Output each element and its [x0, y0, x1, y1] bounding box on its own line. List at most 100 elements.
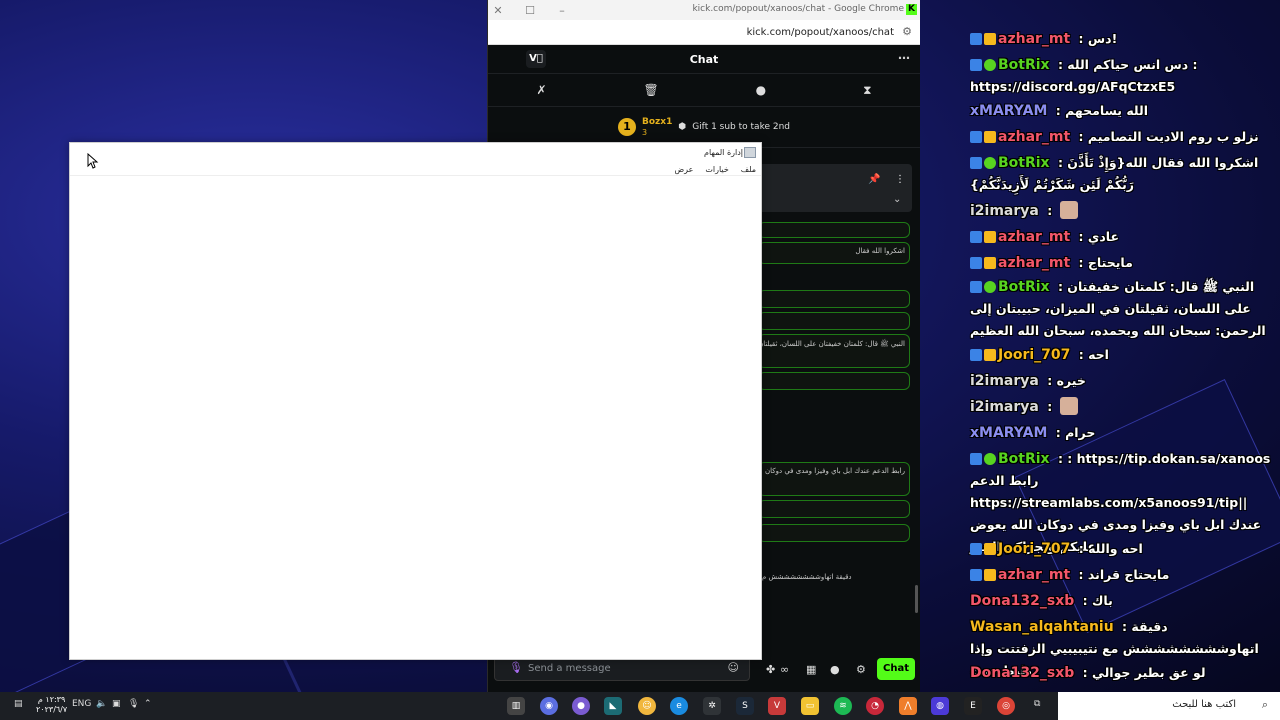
mic-tray-icon[interactable]: 🎙: [128, 699, 139, 709]
pinned-more-icon[interactable]: ⋮: [895, 174, 905, 185]
language-indicator[interactable]: ENG: [72, 699, 91, 709]
notifications-icon[interactable]: ▤: [14, 699, 23, 709]
gift-rank-badge: 1: [617, 118, 636, 136]
epic-games-icon[interactable]: E: [964, 697, 982, 715]
overlay-chat-username: azhar_mt: [998, 229, 1071, 245]
crown-badge-icon: [984, 543, 996, 555]
overlay-chat-text: احه والله: [1088, 541, 1143, 556]
task-manager-window[interactable]: إدارة المهام ملف خيارات عرض: [69, 142, 762, 660]
vscode-app-icon[interactable]: ◣: [604, 697, 622, 715]
overlay-chat-text: مايحتاج قراند: [1087, 567, 1170, 582]
overlay-chat-separator: :: [1042, 399, 1057, 414]
site-settings-icon[interactable]: ⚙: [902, 25, 912, 38]
trash-icon[interactable]: 🗑: [643, 83, 658, 97]
chat-message-bubble: [758, 312, 910, 330]
steam-app-icon[interactable]: S: [736, 697, 754, 715]
chat-message-bubble: [758, 290, 910, 308]
menu-options[interactable]: خيارات: [705, 165, 728, 174]
hourglass-icon[interactable]: ⧗: [863, 83, 871, 98]
overlay-chat-username: azhar_mt: [998, 31, 1071, 47]
overlay-chat-username: Dona132_sxb: [970, 593, 1075, 609]
task-manager-app-icon[interactable]: ▥: [507, 697, 525, 715]
chrome-url-bar[interactable]: kick.com/popout/xanoos/chat ⚙: [488, 20, 920, 45]
overlay-chat-line: BotRix : النبي ﷺ قال: كلمتان خفيفتان على…: [970, 276, 1275, 342]
chat-bubble-icon[interactable]: ●: [756, 83, 766, 97]
gear-icon[interactable]: ⚙: [856, 663, 866, 676]
obs-app-icon[interactable]: ●: [572, 697, 590, 715]
discord-app-icon[interactable]: ◉: [540, 697, 558, 715]
verified-badge-icon: [970, 569, 982, 581]
chevron-down-icon[interactable]: ⌄: [893, 194, 901, 205]
sword-icon[interactable]: ✗: [536, 83, 546, 97]
menu-file[interactable]: ملف: [741, 165, 756, 174]
task-manager-title: إدارة المهام: [704, 148, 743, 157]
crown-badge-icon: [984, 349, 996, 361]
overlay-chat-username: azhar_mt: [998, 255, 1071, 271]
close-window-icon[interactable]: ✕: [488, 4, 508, 17]
chat-message-text: رابط الدعم عندك ابل باي وفيزا ومدى في دو…: [764, 467, 905, 475]
app-red-icon[interactable]: ◔: [866, 697, 884, 715]
overlay-chat-separator: :: [1078, 665, 1092, 680]
crown-badge-icon: [984, 231, 996, 243]
pin-icon[interactable]: 📌: [868, 174, 880, 185]
minimize-window-icon[interactable]: –: [552, 4, 572, 17]
chat-scrollbar[interactable]: [915, 585, 918, 613]
app-orange-icon[interactable]: ⋀: [899, 697, 917, 715]
overlay-chat-username: i2imarya: [970, 203, 1039, 219]
emoji-icon[interactable]: ☺: [728, 661, 739, 674]
taskbar-clock[interactable]: ١٢:٣٩ م ٢٠٢٣/٦/٧: [36, 695, 67, 715]
crown-badge-icon: [984, 33, 996, 45]
overlay-chat-username: azhar_mt: [998, 129, 1071, 145]
check-badge-icon: [984, 59, 996, 71]
pinned-message[interactable]: 📌 ⋮ ⌄: [758, 164, 912, 212]
overlay-chat-separator: :: [1042, 373, 1057, 388]
overlay-chat-separator: :: [1042, 203, 1057, 218]
edge-app-icon[interactable]: e: [670, 697, 688, 715]
menu-view[interactable]: عرض: [675, 165, 694, 174]
overlay-chat-separator: :: [1074, 129, 1088, 144]
chat-message-bubble: اشكروا الله فقال: [758, 242, 910, 264]
overlay-chat-separator: :: [1051, 425, 1066, 440]
chrome-app-icon[interactable]: ◎: [997, 697, 1015, 715]
extensions-icon[interactable]: ✤: [766, 663, 775, 676]
spotify-app-icon[interactable]: ≋: [834, 697, 852, 715]
send-chat-button[interactable]: Chat: [877, 658, 915, 680]
gift-cta-text[interactable]: Gift 1 sub to take 2nd: [692, 122, 790, 132]
chat-bubble-icon[interactable]: ●: [830, 663, 840, 676]
emoji-app-icon[interactable]: ☺: [638, 697, 656, 715]
active-app-icon[interactable]: ◍: [931, 697, 949, 715]
chat-message-bubble: النبي ﷺ قال: كلمتان خفيفتان على اللسان، …: [758, 334, 910, 368]
store-icon[interactable]: ▦: [806, 663, 816, 676]
network-icon[interactable]: ▣: [112, 699, 121, 709]
mic-icon[interactable]: 🎙: [509, 661, 523, 674]
more-options-icon[interactable]: ⋯: [898, 51, 910, 65]
maximize-window-icon[interactable]: ☐: [520, 4, 540, 17]
overlay-chat-text: مايحتاج: [1087, 255, 1133, 270]
volume-icon[interactable]: 🔈: [96, 699, 107, 709]
overlay-chat-line: Joori_707 : احه والله: [970, 538, 1275, 560]
settings-app-icon[interactable]: ✲: [703, 697, 721, 715]
chat-message-bubble: [758, 372, 910, 390]
overlay-chat-line: azhar_mt : نزلو ب روم الاديت التصاميم: [970, 126, 1275, 148]
task-view-icon[interactable]: ⧉: [1034, 699, 1040, 709]
gift-user-name[interactable]: Bozx1: [642, 117, 672, 128]
overlay-chat-username: BotRix: [998, 155, 1050, 171]
file-explorer-icon[interactable]: ▭: [801, 697, 819, 715]
crown-badge-icon: [984, 569, 996, 581]
overlay-emote-image: [1059, 201, 1078, 219]
overlay-chat-separator: :: [1074, 31, 1088, 46]
overlay-chat-separator: :: [1074, 255, 1088, 270]
chat-logo-icon[interactable]: V⃣: [526, 50, 546, 68]
taskbar-search-box[interactable]: اكتب هنا للبحث ⌕: [1058, 692, 1280, 720]
overlay-chat-text: دس!: [1087, 31, 1118, 46]
check-badge-icon: [984, 157, 996, 169]
taskbar-search-placeholder: اكتب هنا للبحث: [1172, 699, 1236, 710]
chat-message-bubble: [758, 222, 910, 238]
overlay-chat-username: BotRix: [998, 451, 1050, 467]
voicemod-app-icon[interactable]: V: [768, 697, 786, 715]
overlay-chat-line: Joori_707 : احه: [970, 344, 1275, 366]
overlay-chat-text: عادي: [1087, 229, 1120, 244]
chevron-up-icon[interactable]: ⌃: [144, 699, 152, 709]
infinity-icon[interactable]: ∞: [780, 663, 789, 676]
overlay-chat-line: Dona132_sxb : باك: [970, 590, 1275, 612]
